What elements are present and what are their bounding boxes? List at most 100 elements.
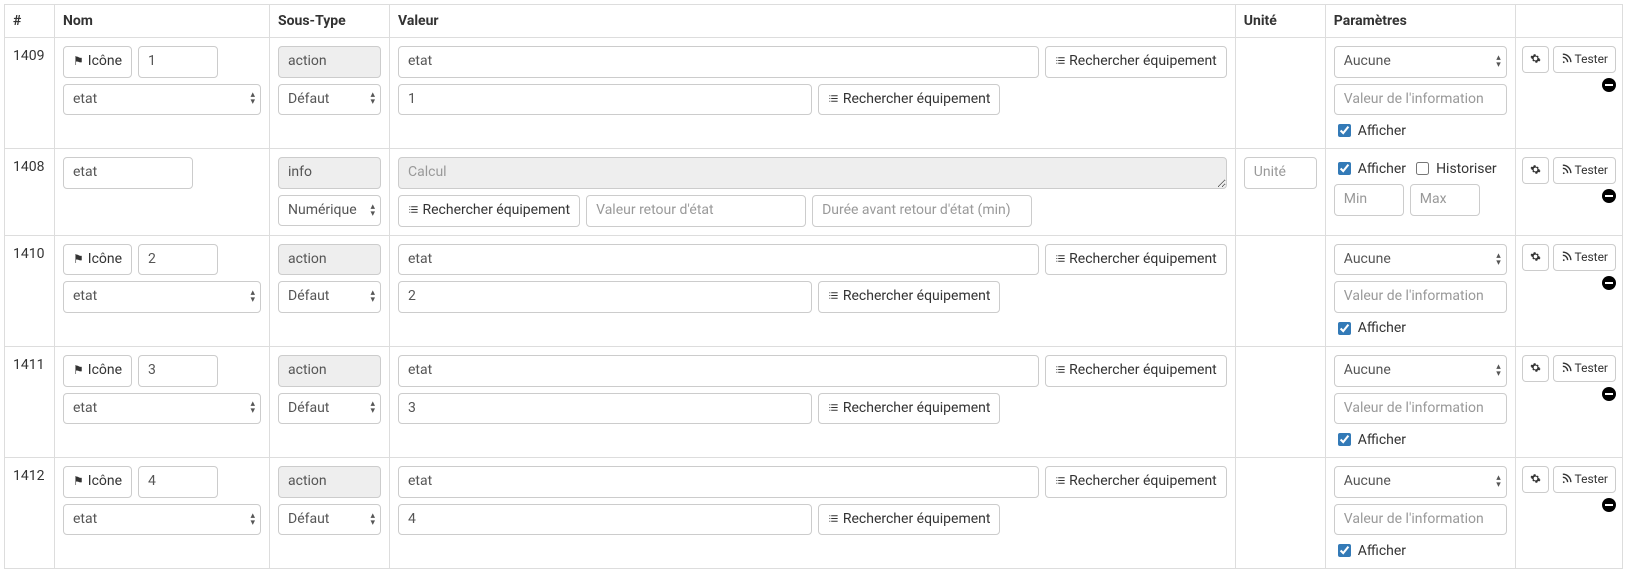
state-return-value-input[interactable]: [586, 195, 806, 227]
show-checkbox[interactable]: [1338, 162, 1351, 175]
search-equipment-button-1[interactable]: Rechercher équipement: [1045, 244, 1227, 276]
min-input[interactable]: [1334, 184, 1404, 216]
search-equipment-button[interactable]: Rechercher équipement: [398, 195, 580, 227]
row-actions: Tester: [1522, 46, 1616, 93]
max-input[interactable]: [1410, 184, 1480, 216]
name-number-input[interactable]: [138, 466, 218, 498]
show-checkbox[interactable]: [1338, 433, 1351, 446]
configure-button[interactable]: [1522, 46, 1549, 73]
value-input-1[interactable]: [398, 46, 1039, 78]
info-value-input[interactable]: [1334, 281, 1507, 313]
row-actions: Tester: [1522, 466, 1616, 513]
unite-cell: [1235, 38, 1325, 149]
info-value-input[interactable]: [1334, 393, 1507, 425]
update-select[interactable]: Aucune: [1334, 244, 1507, 276]
unite-cell: [1235, 346, 1325, 457]
value-input-2[interactable]: [398, 393, 812, 425]
value-input-1[interactable]: [398, 355, 1039, 387]
table-row: 1411Icôneetat▴▾Défaut▴▾ Rechercher équip…: [5, 346, 1623, 457]
value-input-2[interactable]: [398, 281, 812, 313]
subtype-select[interactable]: Numérique: [278, 195, 381, 227]
flag-icon: [73, 362, 88, 378]
remove-icon[interactable]: [1602, 498, 1616, 512]
info-value-input[interactable]: [1334, 84, 1507, 116]
nom-cell: Icôneetat▴▾: [55, 346, 270, 457]
subtype-select[interactable]: Défaut: [278, 504, 381, 536]
subtype-select-wrap: Défaut▴▾: [278, 504, 381, 536]
show-checkbox[interactable]: [1338, 544, 1351, 557]
name-number-input[interactable]: [138, 244, 218, 276]
search-equipment-button-1[interactable]: Rechercher équipement: [1045, 466, 1227, 498]
unit-input[interactable]: [1244, 157, 1317, 189]
subtype-select[interactable]: Défaut: [278, 84, 381, 116]
col-nom: Nom: [55, 5, 270, 38]
row-actions: Tester: [1522, 244, 1616, 291]
name-select[interactable]: etat: [63, 84, 261, 116]
test-button[interactable]: Tester: [1553, 355, 1616, 382]
soustype-cell: Défaut▴▾: [270, 235, 390, 346]
configure-button[interactable]: [1522, 355, 1549, 382]
table-row: 1408Numérique▴▾ Rechercher équipementAff…: [5, 149, 1623, 236]
test-button[interactable]: Tester: [1553, 244, 1616, 271]
name-select[interactable]: etat: [63, 281, 261, 313]
test-button[interactable]: Tester: [1553, 46, 1616, 73]
search-equipment-button-2[interactable]: Rechercher équipement: [818, 393, 1000, 425]
subtype-select-wrap: Défaut▴▾: [278, 84, 381, 116]
valeur-cell: Rechercher équipement Rechercher équipem…: [390, 235, 1236, 346]
subtype-select-wrap: Défaut▴▾: [278, 281, 381, 313]
name-select-wrap: etat▴▾: [63, 281, 261, 313]
subtype-select[interactable]: Défaut: [278, 281, 381, 313]
remove-icon[interactable]: [1602, 78, 1616, 92]
show-checkbox[interactable]: [1338, 124, 1351, 137]
value-input-2[interactable]: [398, 84, 812, 116]
flag-icon: [73, 473, 88, 489]
icon-button[interactable]: Icône: [63, 466, 132, 498]
icon-button[interactable]: Icône: [63, 355, 132, 387]
state-return-duration-input[interactable]: [812, 195, 1032, 227]
value-input-1[interactable]: [398, 466, 1039, 498]
unite-cell: [1235, 235, 1325, 346]
type-field: [278, 244, 381, 276]
configure-button[interactable]: [1522, 157, 1549, 184]
type-field: [278, 46, 381, 78]
row-actions: Tester: [1522, 355, 1616, 402]
name-select[interactable]: etat: [63, 504, 261, 536]
test-button[interactable]: Tester: [1553, 157, 1616, 184]
subtype-select[interactable]: Défaut: [278, 393, 381, 425]
configure-button[interactable]: [1522, 466, 1549, 493]
name-input[interactable]: [63, 157, 193, 189]
search-equipment-button-2[interactable]: Rechercher équipement: [818, 281, 1000, 313]
search-equipment-button-2[interactable]: Rechercher équipement: [818, 84, 1000, 116]
cmd-id: 1411: [5, 346, 55, 457]
test-button[interactable]: Tester: [1553, 466, 1616, 493]
remove-icon[interactable]: [1602, 189, 1616, 203]
historize-label: Historiser: [1436, 161, 1497, 177]
name-select[interactable]: etat: [63, 393, 261, 425]
search-equipment-button-1[interactable]: Rechercher équipement: [1045, 355, 1227, 387]
update-select[interactable]: Aucune: [1334, 355, 1507, 387]
value-input-1[interactable]: [398, 244, 1039, 276]
name-number-input[interactable]: [138, 46, 218, 78]
historize-checkbox[interactable]: [1416, 162, 1429, 175]
icon-button[interactable]: Icône: [63, 244, 132, 276]
soustype-cell: Défaut▴▾: [270, 346, 390, 457]
value-input-2[interactable]: [398, 504, 812, 536]
remove-icon[interactable]: [1602, 387, 1616, 401]
search-equipment-button-2[interactable]: Rechercher équipement: [818, 504, 1000, 536]
show-checkbox[interactable]: [1338, 322, 1351, 335]
configure-button[interactable]: [1522, 244, 1549, 271]
remove-icon[interactable]: [1602, 276, 1616, 290]
cmd-id: 1408: [5, 149, 55, 236]
unite-cell: [1235, 458, 1325, 569]
update-select[interactable]: Aucune: [1334, 466, 1507, 498]
update-select[interactable]: Aucune: [1334, 46, 1507, 78]
valeur-cell: Rechercher équipement Rechercher équipem…: [390, 458, 1236, 569]
show-label: Afficher: [1358, 320, 1406, 336]
info-value-input[interactable]: [1334, 504, 1507, 536]
row-actions: Tester: [1522, 157, 1616, 204]
icon-button[interactable]: Icône: [63, 46, 132, 78]
soustype-cell: Défaut▴▾: [270, 38, 390, 149]
name-number-input[interactable]: [138, 355, 218, 387]
search-equipment-button-1[interactable]: Rechercher équipement: [1045, 46, 1227, 78]
param-cell: Aucune▴▾Afficher: [1325, 38, 1515, 149]
